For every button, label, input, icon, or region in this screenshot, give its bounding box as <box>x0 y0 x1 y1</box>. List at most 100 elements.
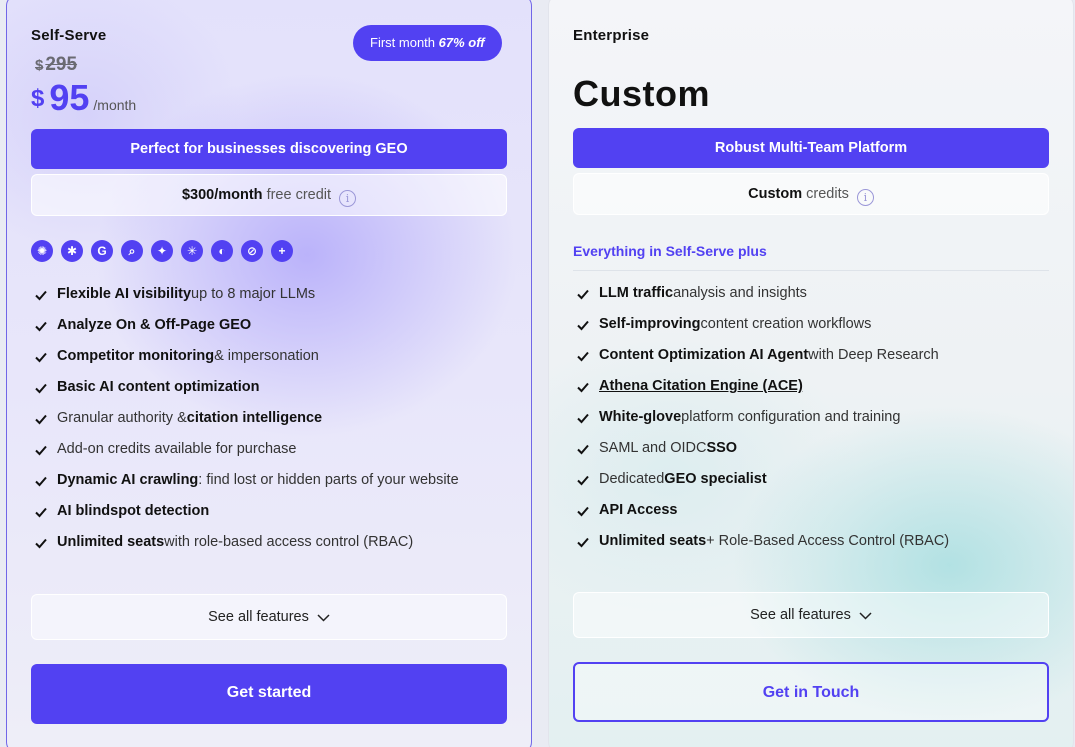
check-icon <box>35 352 47 362</box>
old-price: $295 <box>35 54 77 76</box>
feature-text: with Deep Research <box>808 347 939 363</box>
feature-highlight: Analyze On & Off-Page GEO <box>57 317 252 333</box>
feature-item: Analyze On & Off-Page GEO <box>33 310 459 341</box>
credit-amount: Custom <box>748 186 803 202</box>
feature-item: White-glove platform configuration and t… <box>575 402 949 433</box>
feature-item: Competitor monitoring & impersonation <box>33 341 459 372</box>
feature-text: : find lost or hidden parts of your webs… <box>198 472 459 488</box>
promo-discount: 67% off <box>438 35 485 50</box>
check-icon <box>577 289 589 299</box>
check-icon <box>35 538 47 548</box>
check-icon <box>35 507 47 517</box>
feature-item: Add-on credits available for purchase <box>33 434 459 465</box>
llm-icon-row: ✺ ✱ G ⌕ ✦ ✳ ◐ ⊘ + <box>31 240 293 262</box>
feature-item: Granular authority & citation intelligen… <box>33 403 459 434</box>
feature-text: analysis and insights <box>673 285 807 301</box>
feature-highlight: SSO <box>706 440 738 456</box>
perplexity-icon: ✱ <box>61 240 83 262</box>
check-icon <box>35 383 47 393</box>
feature-highlight: API Access <box>599 502 678 518</box>
feature-text: Add-on credits available for purchase <box>57 441 297 457</box>
check-icon <box>577 351 589 361</box>
feature-highlight: Unlimited seats <box>57 534 165 550</box>
check-icon <box>577 444 589 454</box>
plan-name: Enterprise <box>573 27 650 44</box>
feature-highlight: citation intelligence <box>186 410 323 426</box>
credit-box: $300/month free credit i <box>31 174 507 216</box>
feature-item: Content Optimization AI Agent with Deep … <box>575 340 949 371</box>
check-icon <box>35 414 47 424</box>
promo-prefix: First month <box>370 35 439 50</box>
credit-box: Custom credits i <box>573 173 1049 215</box>
feature-item: SAML and OIDC SSO <box>575 433 949 464</box>
feature-highlight: Basic AI content optimization <box>57 379 260 395</box>
feature-link[interactable]: Athena Citation Engine (ACE) <box>599 371 803 402</box>
feature-item: LLM traffic analysis and insights <box>575 278 949 309</box>
check-icon <box>577 413 589 423</box>
feature-item: Self-improving content creation workflow… <box>575 309 949 340</box>
feature-item: Unlimited seats + Role-Based Access Cont… <box>575 526 949 557</box>
chatgpt-icon: ✺ <box>31 240 53 262</box>
price-period: /month <box>93 97 137 113</box>
credit-amount: $300/month <box>181 187 263 203</box>
feature-item: API Access <box>575 495 949 526</box>
feature-highlight: Content Optimization AI Agent <box>599 347 809 363</box>
see-all-label: See all features <box>750 607 851 623</box>
ai-search-icon: ⌕ <box>121 240 143 262</box>
feature-highlight: Dynamic AI crawling <box>57 472 199 488</box>
plan-banner: Perfect for businesses discovering GEO <box>31 129 507 169</box>
feature-item: Unlimited seats with role-based access c… <box>33 527 459 558</box>
copilot-icon: ◐ <box>211 240 233 262</box>
get-started-button[interactable]: Get started <box>31 664 507 724</box>
gemini-icon: ✦ <box>151 240 173 262</box>
info-icon[interactable]: i <box>339 190 357 207</box>
chevron-down-icon <box>317 614 330 622</box>
feature-highlight: LLM traffic <box>599 285 674 301</box>
feature-text: up to 8 major LLMs <box>191 286 316 302</box>
feature-highlight: Self-improving <box>599 316 701 332</box>
google-icon: G <box>91 240 113 262</box>
feature-item: Dedicated GEO specialist <box>575 464 949 495</box>
feature-highlight: AI blindspot detection <box>57 503 210 519</box>
plan-banner: Robust Multi-Team Platform <box>573 128 1049 168</box>
feature-text: platform configuration and training <box>681 409 901 425</box>
info-icon[interactable]: i <box>856 189 874 206</box>
old-price-currency: $ <box>35 57 44 74</box>
feature-highlight: Flexible AI visibility <box>57 286 192 302</box>
check-icon <box>35 445 47 455</box>
feature-item: AI blindspot detection <box>33 496 459 527</box>
see-all-label: See all features <box>208 609 309 625</box>
old-price-amount: 295 <box>45 54 78 75</box>
price-amount: 95 <box>49 77 90 118</box>
feature-text: with role-based access control (RBAC) <box>164 534 414 550</box>
check-icon <box>35 476 47 486</box>
promo-badge: First month 67% off <box>353 25 502 61</box>
self-serve-feature-list: Flexible AI visibility up to 8 major LLM… <box>33 279 459 558</box>
feature-highlight: Competitor monitoring <box>57 348 215 364</box>
feature-item: Dynamic AI crawling: find lost or hidden… <box>33 465 459 496</box>
check-icon <box>35 290 47 300</box>
credit-suffix: free credit <box>262 187 332 203</box>
self-serve-card: Self-Serve First month 67% off $295 $95/… <box>6 0 532 747</box>
check-icon <box>577 320 589 330</box>
credit-suffix: credits <box>802 186 849 202</box>
feature-highlight: White-glove <box>599 409 682 425</box>
chevron-down-icon <box>859 612 872 620</box>
see-all-features-button[interactable]: See all features <box>573 592 1049 638</box>
feature-text: SAML and OIDC <box>599 440 707 456</box>
feature-text: + Role-Based Access Control (RBAC) <box>706 533 950 549</box>
claude-icon: ✳ <box>181 240 203 262</box>
plus-label: Everything in Self-Serve plus <box>573 243 767 259</box>
feature-text: Dedicated <box>599 471 665 487</box>
more-llms-icon: + <box>271 240 293 262</box>
check-icon <box>35 321 47 331</box>
divider <box>573 270 1049 271</box>
feature-item: Flexible AI visibility up to 8 major LLM… <box>33 279 459 310</box>
get-in-touch-button[interactable]: Get in Touch <box>573 662 1049 722</box>
price-currency: $ <box>31 85 45 112</box>
feature-text: content creation workflows <box>700 316 872 332</box>
see-all-features-button[interactable]: See all features <box>31 594 507 640</box>
feature-text: & impersonation <box>214 348 319 364</box>
feature-item: Basic AI content optimization <box>33 372 459 403</box>
feature-highlight: Unlimited seats <box>599 533 707 549</box>
